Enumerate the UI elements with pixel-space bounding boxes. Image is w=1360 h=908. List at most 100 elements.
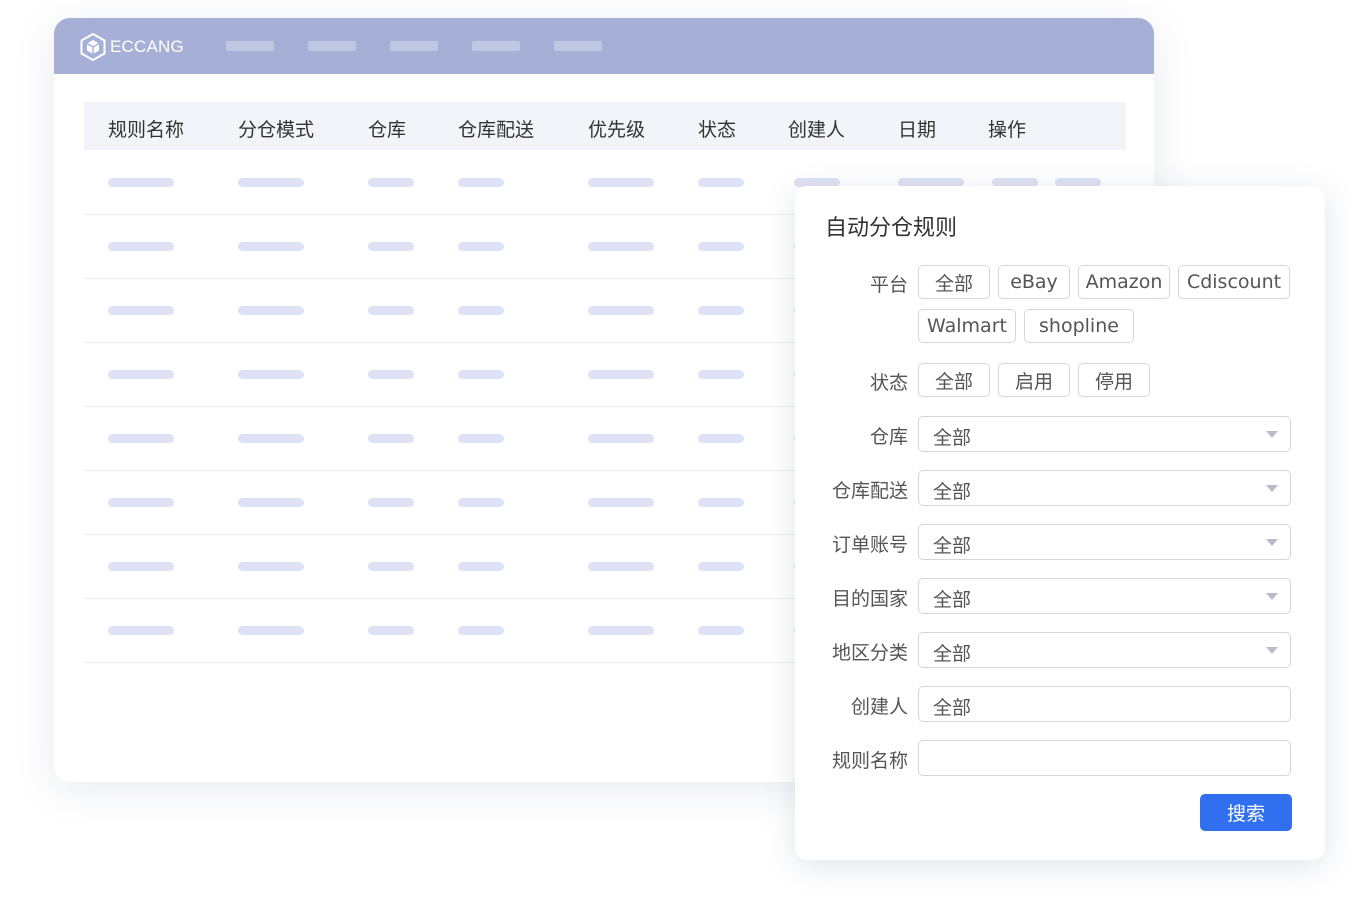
table-cell-placeholder [458,498,504,507]
platform-option-ebay[interactable]: eBay [998,265,1070,299]
search-button[interactable]: 搜索 [1200,794,1292,831]
nav-item[interactable] [390,41,438,51]
platform-option-amazon[interactable]: Amazon [1078,265,1170,299]
table-cell-placeholder [108,370,174,379]
table-cell-placeholder [588,178,654,187]
top-bar: ECCANG [54,18,1154,74]
table-cell-placeholder [368,562,414,571]
column-header-date: 日期 [898,119,937,141]
warehouse-select[interactable]: 全部 [918,416,1291,452]
chevron-down-icon [1266,431,1278,438]
warehouse-select-value: 全部 [933,427,972,449]
table-cell-placeholder [108,626,174,635]
order-account-select-value: 全部 [933,535,972,557]
column-header-warehouse-delivery: 仓库配送 [458,119,535,141]
platform-option-shopline[interactable]: shopline [1024,309,1134,343]
creator-label: 创建人 [850,696,908,718]
status-option-enabled[interactable]: 启用 [998,363,1070,397]
column-header-rule-name: 规则名称 [108,119,185,141]
table-cell-placeholder [368,178,414,187]
order-account-select[interactable]: 全部 [918,524,1291,560]
filter-panel: 自动分仓规则 平台 全部 eBay Amazon Cdiscount Walma… [795,186,1325,860]
destination-country-select-value: 全部 [933,589,972,611]
warehouse-label: 仓库 [869,426,908,448]
table-header: 规则名称 分仓模式 仓库 仓库配送 优先级 状态 创建人 日期 操作 [84,102,1126,150]
table-cell-placeholder [238,562,304,571]
table-cell-placeholder [238,306,304,315]
nav-item[interactable] [226,41,274,51]
rule-name-label: 规则名称 [831,750,908,772]
table-cell-placeholder [458,626,504,635]
table-cell-placeholder [698,242,744,251]
table-cell-placeholder [698,434,744,443]
table-cell-placeholder [588,562,654,571]
table-cell-placeholder [108,178,174,187]
table-cell-placeholder [238,498,304,507]
destination-country-select[interactable]: 全部 [918,578,1291,614]
table-cell-placeholder [368,306,414,315]
table-cell-placeholder [458,242,504,251]
table-cell-placeholder [368,370,414,379]
table-cell-placeholder [108,498,174,507]
logo[interactable]: ECCANG [80,33,184,61]
panel-title: 自动分仓规则 [825,216,958,241]
table-cell-placeholder [458,306,504,315]
table-cell-placeholder [698,306,744,315]
table-cell-placeholder [698,178,744,187]
chevron-down-icon [1266,647,1278,654]
table-cell-placeholder [588,434,654,443]
platform-label: 平台 [869,274,908,296]
column-header-status: 状态 [698,119,737,141]
table-cell-placeholder [588,242,654,251]
region-category-select-value: 全部 [933,643,972,665]
table-cell-placeholder [698,626,744,635]
chevron-down-icon [1266,539,1278,546]
table-cell-placeholder [108,562,174,571]
chevron-down-icon [1266,593,1278,600]
status-label: 状态 [869,372,908,394]
table-cell-placeholder [588,626,654,635]
table-cell-placeholder [368,242,414,251]
nav-item[interactable] [472,41,520,51]
table-cell-placeholder [698,370,744,379]
table-cell-placeholder [238,242,304,251]
table-cell-placeholder [238,434,304,443]
platform-option-all[interactable]: 全部 [918,265,990,299]
nav-item[interactable] [308,41,356,51]
table-cell-placeholder [108,242,174,251]
table-cell-placeholder [698,562,744,571]
warehouse-delivery-select[interactable]: 全部 [918,470,1291,506]
warehouse-delivery-select-value: 全部 [933,481,972,503]
table-cell-placeholder [108,306,174,315]
table-cell-placeholder [588,370,654,379]
table-cell-placeholder [368,434,414,443]
table-cell-placeholder [108,434,174,443]
column-header-actions: 操作 [988,119,1027,141]
nav-item[interactable] [554,41,602,51]
region-category-label: 地区分类 [831,642,908,664]
eccang-logo-icon [80,33,106,61]
status-option-all[interactable]: 全部 [918,363,990,397]
rule-name-input[interactable] [918,740,1291,776]
table-cell-placeholder [588,306,654,315]
region-category-select[interactable]: 全部 [918,632,1291,668]
column-header-warehouse: 仓库 [368,119,407,141]
table-cell-placeholder [458,370,504,379]
column-header-split-mode: 分仓模式 [238,119,315,141]
table-cell-placeholder [368,626,414,635]
creator-input-value: 全部 [933,697,972,719]
order-account-label: 订单账号 [831,534,908,556]
platform-option-walmart[interactable]: Walmart [918,309,1016,343]
destination-country-label: 目的国家 [831,588,908,610]
table-cell-placeholder [458,434,504,443]
table-cell-placeholder [458,178,504,187]
warehouse-delivery-label: 仓库配送 [831,480,908,502]
creator-input[interactable]: 全部 [918,686,1291,722]
platform-option-cdiscount[interactable]: Cdiscount [1178,265,1290,299]
logo-text: ECCANG [110,37,184,56]
chevron-down-icon [1266,485,1278,492]
table-cell-placeholder [238,178,304,187]
nav-menu [226,41,602,51]
table-cell-placeholder [238,626,304,635]
status-option-disabled[interactable]: 停用 [1078,363,1150,397]
